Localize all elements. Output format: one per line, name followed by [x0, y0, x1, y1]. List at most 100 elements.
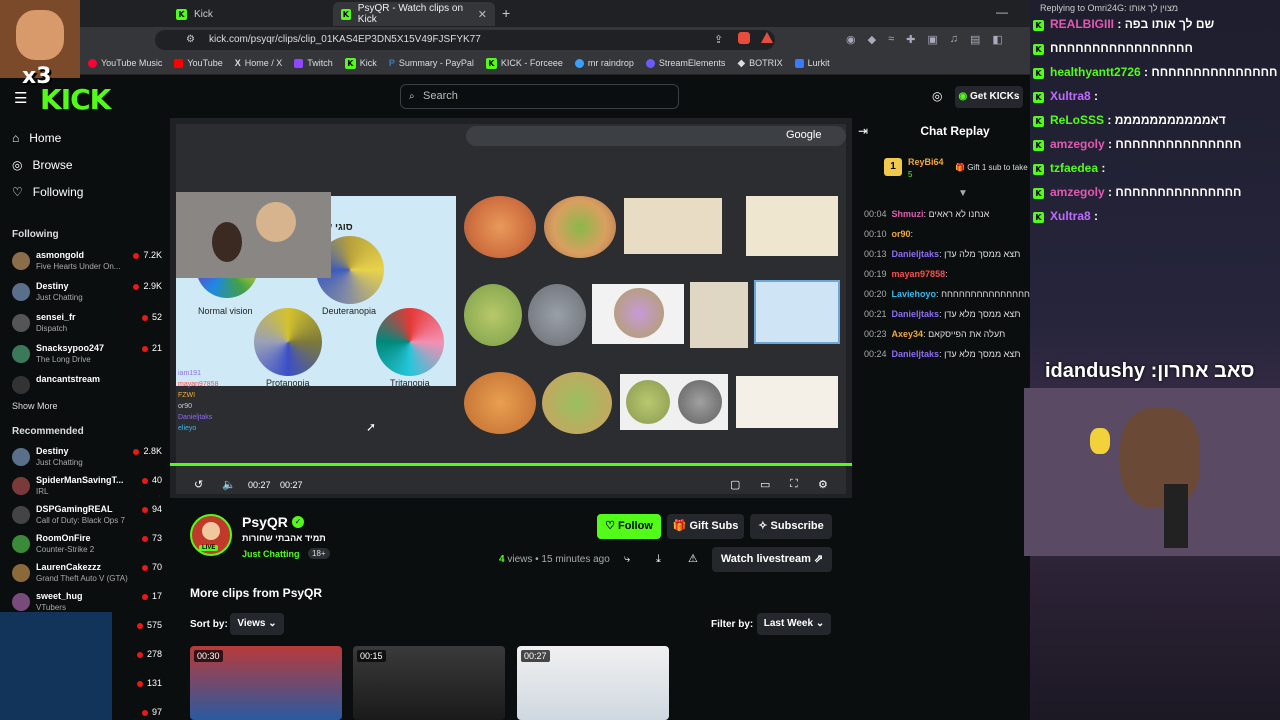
sort-dropdown[interactable]: Views ⌄ — [230, 613, 284, 635]
sidebar-item-following[interactable]: ♡ Following — [12, 185, 83, 199]
recommended-channel[interactable]: Destiny Just Chatting 2.8K — [12, 444, 162, 472]
rewards-icon[interactable] — [761, 32, 773, 43]
ishihara-plate — [542, 372, 612, 434]
channel-name: sweet_hug — [36, 591, 83, 601]
star-icon: ✧ — [758, 520, 771, 532]
gift-icon: 🎁 — [955, 163, 965, 172]
theater-mode-icon[interactable]: ▭ — [760, 478, 770, 491]
bookmark-youtube[interactable]: YouTube — [174, 58, 223, 68]
overlay-chat-message: Ktzfaedea : — [1033, 161, 1105, 175]
video-player[interactable]: Google סוגי ע Normal vision Deuteranopia… — [170, 118, 852, 498]
volume-icon[interactable]: 🔈 — [222, 478, 236, 491]
share-icon[interactable]: ⤷ — [624, 553, 630, 566]
subscribe-button[interactable]: ✧ Subscribe — [750, 514, 832, 539]
puzzle-icon[interactable]: ✚ — [906, 33, 915, 46]
report-icon[interactable]: ⚠ — [688, 552, 698, 565]
bookmark-kick-forceee[interactable]: K KICK - Forceee — [485, 57, 563, 69]
extension-icon[interactable]: ≈ — [888, 33, 894, 46]
replay-icon[interactable]: ↺ — [194, 478, 203, 491]
sidebar-item-home[interactable]: ⌂ Home — [12, 131, 61, 145]
sidebar-icon[interactable]: ▣ — [927, 33, 937, 46]
minimize-icon[interactable]: — — [996, 5, 1008, 19]
following-channel[interactable]: Destiny Just Chatting 2.9K — [12, 279, 162, 307]
ishihara-plate — [464, 196, 536, 258]
clip-icon[interactable]: ▢ — [730, 478, 740, 491]
search-input[interactable]: ⌕ Search — [400, 84, 679, 109]
chat-username[interactable]: Laviehoyo — [892, 289, 937, 299]
split-icon[interactable]: ◧ — [992, 33, 1002, 46]
clip-thumbnail[interactable]: 00:27 — [517, 646, 669, 720]
notifications-icon[interactable]: ◎ — [932, 89, 942, 103]
bookmark-streamelements[interactable]: StreamElements — [645, 58, 725, 68]
following-channel[interactable]: sensei_fr Dispatch 52 — [12, 310, 162, 338]
recommended-channel[interactable]: SpiderManSavingT... IRL 40 — [12, 473, 162, 501]
fullscreen-icon[interactable]: ⛶ — [790, 478, 798, 491]
bookmark-lurkit[interactable]: Lurkit — [794, 58, 830, 68]
reader-icon[interactable]: ▤ — [970, 33, 980, 46]
overlay-text: חחחחחחחחחחחחחחח — [1115, 185, 1242, 199]
x-logo-icon: X — [234, 58, 241, 68]
chat-username[interactable]: Shmuzi — [892, 209, 924, 219]
bookmark-botrix[interactable]: ◆ BOTRIX — [737, 58, 782, 69]
collapse-chat-icon[interactable]: ⇥ — [858, 124, 868, 138]
extension-icon[interactable]: ◉ — [846, 33, 856, 46]
video-progress-bar[interactable] — [170, 463, 852, 466]
watch-livestream-button[interactable]: Watch livestream ⇗ — [712, 547, 832, 572]
recommended-channel[interactable]: DSPGamingREAL Call of Duty: Black Ops 7 94 — [12, 502, 162, 530]
clip-thumbnail[interactable]: 00:15 — [353, 646, 505, 720]
chat-username[interactable]: Danieljtaks — [892, 249, 940, 259]
age-rating-badge: 18+ — [308, 548, 330, 559]
following-channel[interactable]: dancantstream — [12, 372, 162, 400]
category-link[interactable]: Just Chatting — [242, 549, 300, 559]
new-tab-icon[interactable]: + — [502, 5, 510, 21]
youtube-music-icon — [88, 58, 97, 68]
bookmark-twitch[interactable]: Twitch — [294, 58, 333, 68]
second-camera-overlay — [0, 612, 112, 720]
settings-icon[interactable]: ⚙ — [818, 478, 828, 491]
channel-name: Destiny — [36, 446, 69, 456]
bookmark-paypal[interactable]: P Summary - PayPal — [389, 58, 474, 68]
kick-badge-icon: K — [1033, 164, 1044, 175]
show-more-button[interactable]: Show More — [12, 401, 58, 411]
follow-button[interactable]: ♡ Follow — [597, 514, 661, 539]
media-icon[interactable]: ♫ — [950, 33, 958, 46]
recommended-channel[interactable]: LaurenCakezzz Grand Theft Auto V (GTA) 70 — [12, 560, 162, 588]
filter-dropdown[interactable]: Last Week ⌄ — [757, 613, 831, 635]
share-icon[interactable]: ⇪ — [714, 33, 723, 46]
browser-tab-psyqr[interactable]: K PsyQR - Watch clips on Kick ✕ — [333, 2, 495, 26]
site-info-icon[interactable]: ⚙ — [186, 34, 195, 45]
browser-tab-kick[interactable]: K Kick — [168, 2, 332, 26]
recommended-channel[interactable]: RoomOnFire Counter-Strike 2 73 — [12, 531, 162, 559]
pinned-toggle-icon[interactable]: ▼ — [958, 188, 968, 199]
channel-name[interactable]: PsyQR — [242, 514, 288, 530]
close-tab-icon[interactable]: ✕ — [478, 8, 487, 21]
gift-sub-prompt[interactable]: 🎁 Gift 1 sub to take — [955, 163, 1028, 172]
bookmark-youtube-music[interactable]: YouTube Music — [88, 58, 162, 68]
top-gifter-rank-badge: 1 — [884, 158, 902, 176]
sidebar-item-browse[interactable]: ◎ Browse — [12, 158, 73, 172]
chat-username[interactable]: Danieljtaks — [892, 349, 940, 359]
top-gifter-name[interactable]: ReyBi64 — [908, 157, 944, 167]
chat-username[interactable]: Danieljtaks — [892, 309, 940, 319]
address-input[interactable]: kick.com/psyqr/clips/clip_01KAS4EP3DN5X1… — [155, 30, 775, 50]
download-icon[interactable]: ⤓ — [656, 553, 661, 566]
chat-username[interactable]: or90 — [892, 229, 911, 239]
bookmark-x[interactable]: X Home / X — [235, 58, 283, 68]
get-kicks-button[interactable]: ◉ Get KICKs — [955, 86, 1023, 108]
following-channel[interactable]: Snacksypoo247 The Long Drive 21 — [12, 341, 162, 369]
overlay-username: tzfaedea — [1050, 161, 1099, 175]
chat-username[interactable]: Axey34 — [892, 329, 924, 339]
url-text: kick.com/psyqr/clips/clip_01KAS4EP3DN5X1… — [209, 34, 481, 45]
chat-text: חחחחחחחחחחחחחחח — [941, 289, 1030, 299]
top-gifter-count: 5 — [908, 170, 913, 179]
menu-icon[interactable]: ☰ — [14, 89, 27, 107]
overlay-username: Xultra8 — [1050, 89, 1091, 103]
bookmark-kick[interactable]: K Kick — [344, 57, 377, 69]
extension-icon[interactable]: ◆ — [868, 33, 876, 46]
brave-shield-icon[interactable] — [738, 32, 750, 44]
bookmark-mr-raindrop[interactable]: mr raindrop — [574, 58, 634, 68]
chat-username[interactable]: mayan97858 — [892, 269, 946, 279]
following-channel[interactable]: asmongold Five Hearts Under On... 7.2K — [12, 248, 162, 276]
clip-thumbnail[interactable]: 00:30 — [190, 646, 342, 720]
gift-subs-button[interactable]: 🎁 Gift Subs — [667, 514, 744, 539]
